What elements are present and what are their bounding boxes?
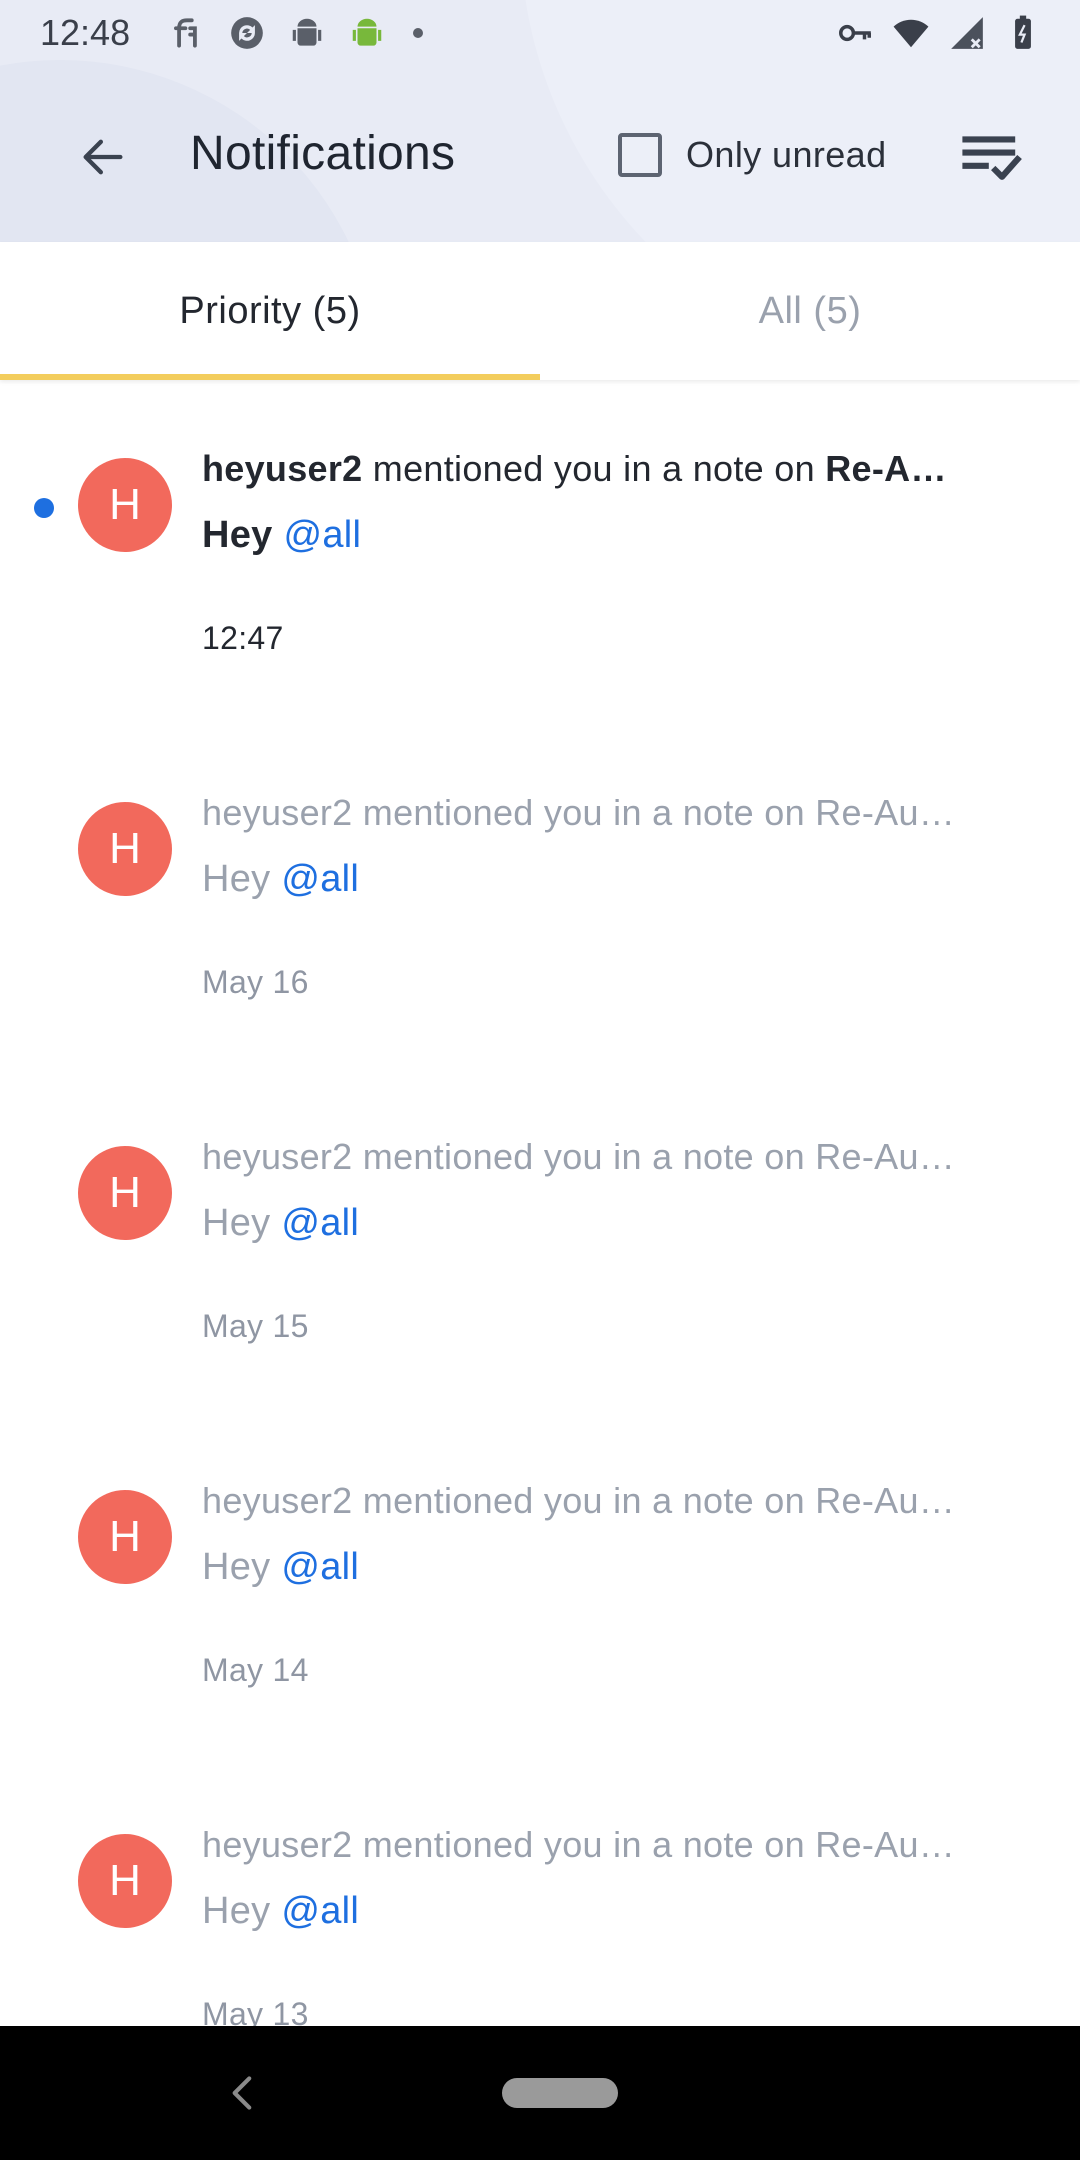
sync-icon (231, 17, 263, 49)
notification-summary: heyuser2 mentioned you in a note on Re-A… (202, 448, 1022, 490)
mention-link[interactable]: @all (283, 514, 361, 556)
dot-icon (413, 28, 423, 38)
only-unread-checkbox[interactable] (618, 133, 662, 177)
avatar: H (78, 458, 172, 552)
notification-time: May 15 (202, 1308, 309, 1344)
status-time: 12:48 (40, 12, 131, 53)
mention-link[interactable]: @all (281, 1202, 359, 1244)
signal-icon (951, 17, 983, 49)
tab-bar: Priority (5) All (5) (0, 242, 1080, 380)
back-button[interactable] (68, 122, 138, 192)
notification-summary: heyuser2 mentioned you in a note on Re-A… (202, 1136, 956, 1177)
notification-summary: heyuser2 mentioned you in a note on Re-A… (202, 792, 956, 833)
nav-home-pill[interactable] (502, 2078, 618, 2108)
notification-summary: heyuser2 mentioned you in a note on Re-A… (202, 1480, 956, 1521)
tab-all[interactable]: All (5) (540, 242, 1080, 380)
android-head-icon (292, 18, 322, 46)
notification-item[interactable]: H heyuser2 mentioned you in a note on Re… (0, 1068, 1080, 1412)
tab-indicator (0, 374, 540, 380)
notification-item[interactable]: H heyuser2 mentioned you in a note on Re… (0, 1756, 1080, 2026)
wifi-icon (893, 19, 929, 48)
tab-priority[interactable]: Priority (5) (0, 242, 540, 380)
arrow-back-icon (83, 139, 123, 175)
page-title: Notifications (190, 127, 456, 180)
status-system-icons (836, 14, 1042, 52)
notification-summary: heyuser2 mentioned you in a note on Re-A… (202, 1824, 956, 1865)
avatar: H (78, 1146, 172, 1240)
notification-item[interactable]: H heyuser2 mentioned you in a note on Re… (0, 1412, 1080, 1756)
notification-item[interactable]: H heyuser2 mentioned you in a note on Re… (0, 724, 1080, 1068)
only-unread-label: Only unread (686, 134, 887, 175)
android-green-icon (352, 18, 382, 46)
fi-icon (174, 18, 197, 48)
playlist-check-icon (962, 136, 1022, 180)
notification-list: H heyuser2 mentioned you in a note on Re… (0, 380, 1080, 2026)
avatar: H (78, 1834, 172, 1928)
battery-icon (1015, 15, 1031, 49)
notification-body-text: Hey (202, 1546, 282, 1588)
notification-body-text: Hey (202, 1202, 282, 1244)
only-unread-toggle[interactable]: Only unread (618, 126, 887, 184)
mention-link[interactable]: @all (281, 858, 359, 900)
avatar: H (78, 802, 172, 896)
notification-user: heyuser2 (202, 448, 363, 489)
avatar: H (78, 1490, 172, 1584)
mark-all-read-button[interactable] (958, 130, 1024, 184)
mention-link[interactable]: @all (281, 1546, 359, 1588)
notification-body: Hey @all (202, 858, 359, 901)
notification-target: Re-A… (825, 448, 947, 489)
notification-time: May 13 (202, 1996, 309, 2026)
notification-time: May 16 (202, 964, 309, 1000)
system-nav-bar (0, 2026, 1080, 2160)
notification-action: mentioned you in a note on (362, 448, 826, 489)
notification-body: Hey @all (202, 1546, 359, 1589)
app-bar: Notifications Only unread (0, 66, 1080, 242)
status-bar: 12:48 (0, 0, 1080, 66)
status-notification-icons (168, 14, 428, 52)
notification-body: Hey @all (202, 1890, 359, 1933)
notification-body-text: Hey (202, 1890, 282, 1932)
nav-back-icon[interactable] (218, 2068, 268, 2118)
notification-time: 12:47 (202, 620, 284, 656)
notification-body: Hey @all (202, 514, 361, 557)
notification-body-text: Hey (202, 858, 282, 900)
notification-item[interactable]: H heyuser2 mentioned you in a note on Re… (0, 380, 1080, 724)
mention-link[interactable]: @all (281, 1890, 359, 1932)
notification-body-text: Hey (202, 514, 284, 556)
unread-dot (34, 498, 54, 518)
notification-body: Hey @all (202, 1202, 359, 1245)
vpn-key-icon (839, 24, 871, 42)
notification-time: May 14 (202, 1652, 309, 1688)
